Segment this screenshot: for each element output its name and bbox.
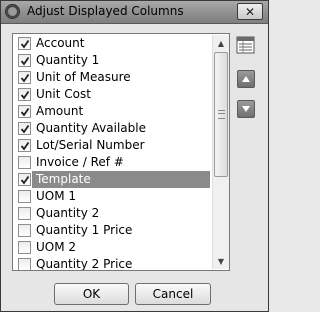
list-item[interactable]: Quantity 1 Price	[14, 222, 211, 239]
column-label: Quantity 2	[36, 206, 100, 220]
adjust-columns-dialog: Adjust Displayed Columns ✕ Account Quanti…	[0, 0, 269, 312]
column-checkbox[interactable]	[18, 88, 31, 101]
list-item[interactable]: Invoice / Ref #	[14, 154, 211, 171]
column-checkbox[interactable]	[18, 139, 31, 152]
column-label: Quantity Available	[36, 121, 146, 135]
move-up-button[interactable]	[237, 70, 255, 88]
vertical-scrollbar[interactable]: ▲ ▼	[212, 35, 229, 269]
column-label: Amount	[36, 104, 84, 118]
column-label: Lot/Serial Number	[36, 138, 145, 152]
column-properties-icon	[236, 36, 255, 54]
list-item[interactable]: Account	[14, 35, 211, 52]
columns-list[interactable]: Account Quantity 1 Unit of Measure Unit Cos…	[12, 33, 230, 271]
checkmark-icon	[20, 56, 30, 66]
list-item[interactable]: Lot/Serial Number	[14, 137, 211, 154]
list-item[interactable]: UOM 2	[14, 239, 211, 256]
move-down-button[interactable]	[237, 100, 255, 118]
column-label: Account	[36, 36, 85, 50]
scroll-up-button[interactable]: ▲	[213, 35, 229, 51]
close-button[interactable]: ✕	[237, 3, 263, 20]
move-down-icon	[242, 106, 250, 112]
column-label: Invoice / Ref #	[36, 155, 124, 169]
checkmark-icon	[20, 73, 30, 83]
column-label: Unit of Measure	[36, 70, 131, 84]
checkmark-icon	[20, 124, 30, 134]
close-icon: ✕	[244, 4, 256, 19]
column-label: Quantity 2 Price	[36, 257, 133, 271]
title-bar[interactable]: Adjust Displayed Columns ✕	[1, 1, 268, 24]
list-item[interactable]: Quantity 2	[14, 205, 211, 222]
scroll-down-button[interactable]: ▼	[213, 253, 229, 269]
scroll-thumb[interactable]	[214, 52, 228, 177]
column-label: Quantity 1	[36, 53, 100, 67]
column-properties-button[interactable]	[236, 36, 256, 54]
column-checkbox[interactable]	[18, 71, 31, 84]
column-label: Unit Cost	[36, 87, 91, 101]
checkmark-icon	[20, 107, 30, 117]
list-item[interactable]: Unit of Measure	[14, 69, 211, 86]
column-label: UOM 2	[36, 240, 77, 254]
move-up-icon	[242, 76, 250, 82]
column-label: UOM 1	[36, 189, 77, 203]
list-item[interactable]: Unit Cost	[14, 86, 211, 103]
column-checkbox[interactable]	[18, 241, 31, 254]
checkmark-icon	[20, 141, 30, 151]
checkmark-icon	[20, 39, 30, 49]
column-checkbox[interactable]	[18, 122, 31, 135]
column-checkbox[interactable]	[18, 105, 31, 118]
column-checkbox[interactable]	[18, 190, 31, 203]
checkmark-icon	[20, 175, 30, 185]
list-item[interactable]: Quantity Available	[14, 120, 211, 137]
column-label: Template	[36, 172, 91, 186]
list-item[interactable]: Template	[14, 171, 211, 188]
column-checkbox[interactable]	[18, 37, 31, 50]
scroll-up-arrow-icon: ▲	[217, 38, 225, 48]
list-item[interactable]: Quantity 1	[14, 52, 211, 69]
column-checkbox[interactable]	[18, 224, 31, 237]
ok-button[interactable]: OK	[54, 283, 129, 305]
column-checkbox[interactable]	[18, 207, 31, 220]
column-label: Quantity 1 Price	[36, 223, 133, 237]
scroll-grip-icon	[218, 110, 225, 119]
column-checkbox[interactable]	[18, 173, 31, 186]
column-checkbox[interactable]	[18, 156, 31, 169]
list-item[interactable]: Amount	[14, 103, 211, 120]
dialog-title: Adjust Displayed Columns	[27, 4, 184, 18]
checkmark-icon	[20, 90, 30, 100]
app-icon	[5, 4, 20, 19]
list-item[interactable]: Quantity 2 Price	[14, 256, 211, 271]
column-checkbox[interactable]	[18, 54, 31, 67]
cancel-button[interactable]: Cancel	[135, 283, 211, 305]
scroll-down-arrow-icon: ▼	[217, 256, 225, 266]
column-checkbox[interactable]	[18, 258, 31, 270]
columns-list-rows: Account Quantity 1 Unit of Measure Unit Cos…	[14, 35, 211, 271]
list-item[interactable]: UOM 1	[14, 188, 211, 205]
